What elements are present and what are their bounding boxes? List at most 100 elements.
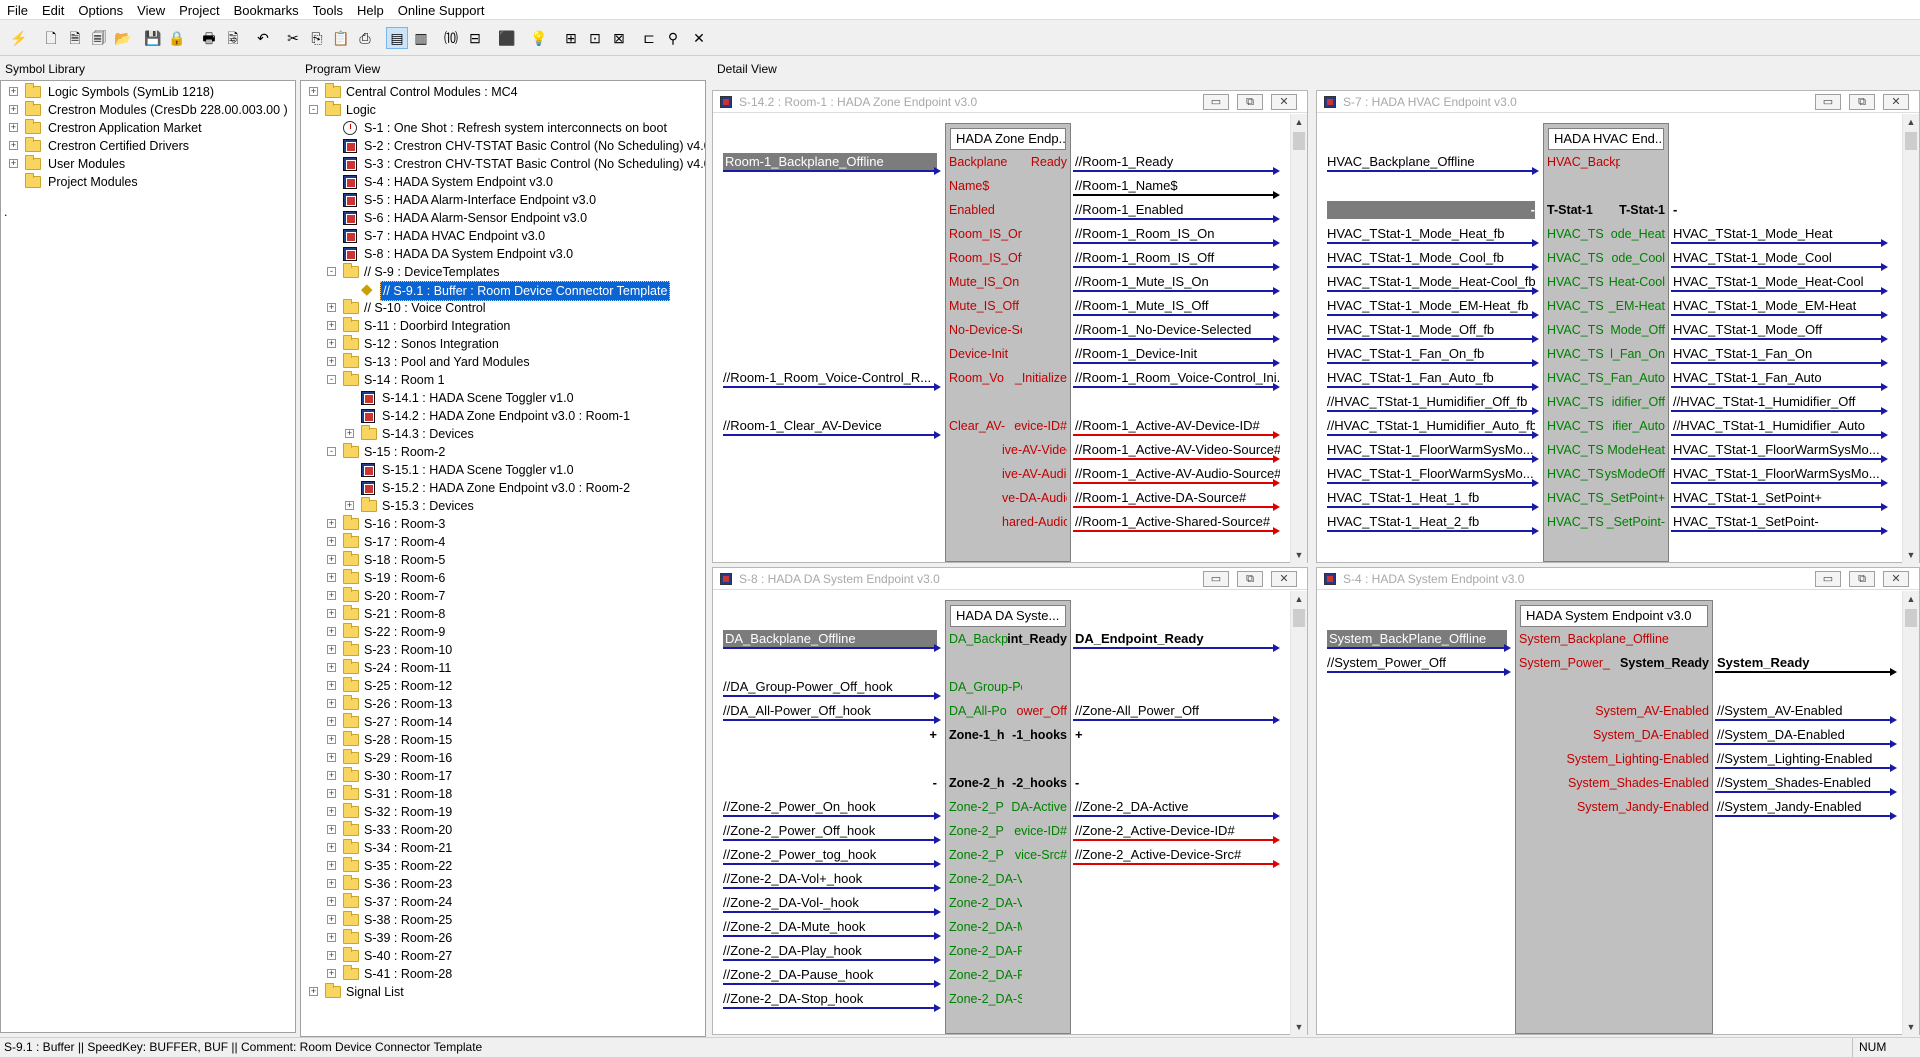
minimize-button[interactable]: ▭: [1203, 571, 1229, 587]
minimize-button[interactable]: ▭: [1203, 94, 1229, 110]
paste-special-icon[interactable]: ⎙: [354, 27, 376, 49]
output-signal[interactable]: //Zone-2_DA-Active: [1075, 798, 1280, 816]
output-signal[interactable]: //Zone-All_Power_Off: [1075, 702, 1280, 720]
output-signal[interactable]: //Room-1_Mute_IS_Off: [1075, 297, 1280, 315]
new-icon[interactable]: 🗋: [40, 27, 62, 49]
program-tree-row[interactable]: + S-34 : Room-21: [301, 839, 701, 857]
program-view-tree[interactable]: + Central Control Modules : MC4 - Logic S-1 …: [300, 80, 706, 1037]
output-signal[interactable]: //System_DA-Enabled: [1717, 726, 1897, 744]
output-signal[interactable]: //HVAC_TStat-1_Humidifier_Off: [1673, 393, 1888, 411]
output-signal[interactable]: //Room-1_Room_IS_Off: [1075, 249, 1280, 267]
expand-icon[interactable]: +: [327, 627, 336, 636]
input-signal[interactable]: HVAC_TStat-1_FloorWarmSysMo...: [1327, 465, 1535, 483]
copy-icon[interactable]: ⎘: [306, 27, 328, 49]
input-signal[interactable]: HVAC_TStat-1_Heat_1_fb: [1327, 489, 1535, 507]
expand-icon[interactable]: +: [327, 951, 336, 960]
program-tree-row[interactable]: S-5 : HADA Alarm-Interface Endpoint v3.0: [301, 191, 701, 209]
program-tree-row[interactable]: + S-41 : Room-28: [301, 965, 701, 983]
input-signal[interactable]: Room-1_Backplane_Offline: [723, 153, 937, 171]
program-tree-row[interactable]: + S-17 : Room-4: [301, 533, 701, 551]
output-signal[interactable]: //Room-1_Active-DA-Source#: [1075, 489, 1280, 507]
program-tree-row[interactable]: + S-18 : Room-5: [301, 551, 701, 569]
output-signal[interactable]: //Room-1_Room_Voice-Control_Ini...: [1075, 369, 1280, 387]
scroll-thumb[interactable]: [1905, 132, 1917, 150]
input-signal[interactable]: +: [723, 726, 937, 744]
input-signal[interactable]: -: [1327, 201, 1535, 219]
compile-icon[interactable]: ⚡: [8, 27, 30, 49]
expand-icon[interactable]: +: [327, 357, 336, 366]
output-signal[interactable]: //Room-1_Active-AV-Device-ID#: [1075, 417, 1280, 435]
input-signal[interactable]: //HVAC_TStat-1_Humidifier_Off_fb: [1327, 393, 1535, 411]
program-tree-row[interactable]: + S-30 : Room-17: [301, 767, 701, 785]
output-signal[interactable]: HVAC_TStat-1_Mode_Off: [1673, 321, 1888, 339]
input-signal[interactable]: //Zone-2_Power_On_hook: [723, 798, 937, 816]
input-signal[interactable]: HVAC_TStat-1_Mode_Off_fb: [1327, 321, 1535, 339]
output-signal[interactable]: HVAC_TStat-1_SetPoint+: [1673, 489, 1888, 507]
program-tree-row[interactable]: + Signal List: [301, 983, 701, 1001]
input-signal[interactable]: System_BackPlane_Offline: [1327, 630, 1507, 648]
expand-icon[interactable]: +: [9, 159, 18, 168]
input-signal[interactable]: //Zone-2_DA-Vol-_hook: [723, 894, 937, 912]
input-signal[interactable]: //DA_All-Power_Off_hook: [723, 702, 937, 720]
input-signal[interactable]: HVAC_TStat-1_Fan_Auto_fb: [1327, 369, 1535, 387]
menu-file[interactable]: File: [0, 0, 35, 20]
input-signal[interactable]: //Room-1_Room_Voice-Control_R...: [723, 369, 937, 387]
output-signal[interactable]: HVAC_TStat-1_SetPoint-: [1673, 513, 1888, 531]
open-folder-icon[interactable]: 📂: [112, 27, 134, 49]
detail-window[interactable]: S-14.2 : Room-1 : HADA Zone Endpoint v3.…: [712, 90, 1308, 563]
expand-icon[interactable]: +: [327, 717, 336, 726]
close-icon[interactable]: ✕: [688, 27, 710, 49]
input-signal[interactable]: //Zone-2_Power_Off_hook: [723, 822, 937, 840]
grid-icon[interactable]: ⊠: [608, 27, 630, 49]
expand-icon[interactable]: +: [327, 303, 336, 312]
symlib-item[interactable]: + Crestron Application Market: [1, 119, 291, 137]
output-signal[interactable]: //Room-1_Name$: [1075, 177, 1280, 195]
expand-icon[interactable]: -: [327, 447, 336, 456]
program-tree-row[interactable]: + // S-10 : Voice Control: [301, 299, 701, 317]
symlib-item[interactable]: Project Modules: [1, 173, 291, 191]
output-signal[interactable]: //Room-1_Mute_IS_On: [1075, 273, 1280, 291]
expand-icon[interactable]: +: [345, 429, 354, 438]
program-tree-row[interactable]: + S-20 : Room-7: [301, 587, 701, 605]
program-tree-row[interactable]: + S-35 : Room-22: [301, 857, 701, 875]
output-signal[interactable]: //Room-1_Active-AV-Video-Source#: [1075, 441, 1280, 459]
program-tree-row[interactable]: + S-33 : Room-20: [301, 821, 701, 839]
vertical-scrollbar[interactable]: ▲ ▼: [1902, 591, 1919, 1035]
expand-icon[interactable]: +: [327, 339, 336, 348]
input-signal[interactable]: //Zone-2_DA-Mute_hook: [723, 918, 937, 936]
vertical-scrollbar[interactable]: ▲ ▼: [1902, 114, 1919, 563]
scroll-up-icon[interactable]: ▲: [1291, 591, 1307, 607]
program-tree-row[interactable]: S-6 : HADA Alarm-Sensor Endpoint v3.0: [301, 209, 701, 227]
expand-icon[interactable]: +: [327, 321, 336, 330]
output-signal[interactable]: HVAC_TStat-1_FloorWarmSysMo...: [1673, 441, 1888, 459]
program-tree-row[interactable]: + S-39 : Room-26: [301, 929, 701, 947]
input-signal[interactable]: HVAC_TStat-1_Mode_Cool_fb: [1327, 249, 1535, 267]
program-tree-row[interactable]: - Logic: [301, 101, 701, 119]
expand-icon[interactable]: +: [327, 555, 336, 564]
close-button[interactable]: ✕: [1271, 94, 1297, 110]
input-signal[interactable]: HVAC_TStat-1_FloorWarmSysMo...: [1327, 441, 1535, 459]
output-signal[interactable]: HVAC_TStat-1_Mode_Heat-Cool: [1673, 273, 1888, 291]
scroll-down-icon[interactable]: ▼: [1291, 547, 1307, 563]
input-signal[interactable]: HVAC_TStat-1_Mode_EM-Heat_fb: [1327, 297, 1535, 315]
cascade-icon[interactable]: ⊡: [584, 27, 606, 49]
output-signal[interactable]: //Zone-2_Active-Device-Src#: [1075, 846, 1280, 864]
program-tree-row[interactable]: + S-14.3 : Devices: [301, 425, 701, 443]
close-button[interactable]: ✕: [1271, 571, 1297, 587]
vertical-scrollbar[interactable]: ▲ ▼: [1290, 591, 1307, 1035]
expand-icon[interactable]: +: [9, 105, 18, 114]
symlib-item[interactable]: + Crestron Certified Drivers: [1, 137, 291, 155]
expand-icon[interactable]: +: [327, 591, 336, 600]
expand-icon[interactable]: +: [327, 771, 336, 780]
scroll-up-icon[interactable]: ▲: [1903, 591, 1919, 607]
program-tree-row[interactable]: + S-12 : Sonos Integration: [301, 335, 701, 353]
output-signal[interactable]: //Room-1_Ready: [1075, 153, 1280, 171]
output-signal[interactable]: //System_Lighting-Enabled: [1717, 750, 1897, 768]
input-signal[interactable]: //DA_Group-Power_Off_hook: [723, 678, 937, 696]
input-signal[interactable]: HVAC_Backplane_Offline: [1327, 153, 1535, 171]
output-signal[interactable]: HVAC_TStat-1_FloorWarmSysMo...: [1673, 465, 1888, 483]
maximize-button[interactable]: ⧉: [1849, 571, 1875, 587]
program-tree-row[interactable]: S-14.2 : HADA Zone Endpoint v3.0 : Room-…: [301, 407, 701, 425]
program-tree-row[interactable]: + S-38 : Room-25: [301, 911, 701, 929]
expand-icon[interactable]: +: [327, 663, 336, 672]
